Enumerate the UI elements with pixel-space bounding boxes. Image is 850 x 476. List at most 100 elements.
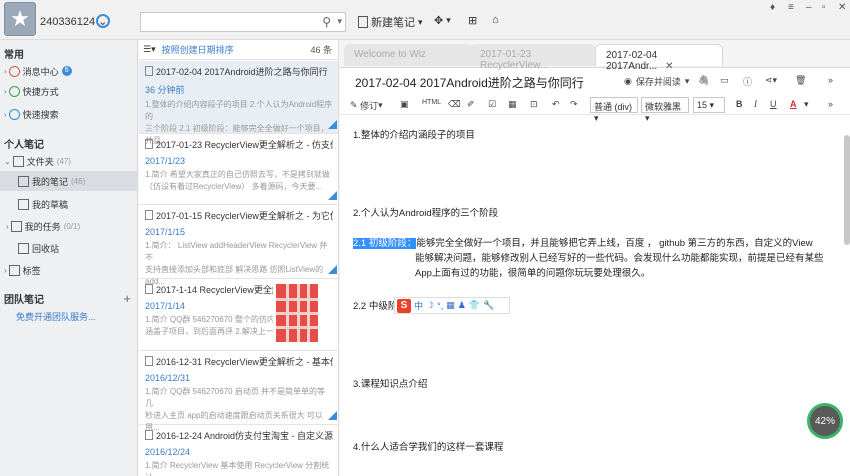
sidebar-item-message-center[interactable]: › 消息中心 6 bbox=[0, 61, 138, 81]
sidebar-item-my-tasks[interactable]: › 我的任务 (0/1) bbox=[0, 216, 138, 236]
sidebar-item-quick-search[interactable]: › 快速搜索 bbox=[0, 104, 138, 124]
eye-icon: ◉ bbox=[624, 76, 632, 86]
progress-indicator[interactable]: 42% bbox=[807, 403, 843, 439]
list-item[interactable]: 2016-12-31 RecyclerView更全解析之 - 基本使用... 2… bbox=[139, 351, 338, 432]
list-item[interactable]: 2017-02-04 2017Android进阶之路与你同行 36 分钟前 1.… bbox=[139, 61, 338, 145]
menu-icon[interactable]: ≡ bbox=[788, 2, 794, 13]
save-and-read-button[interactable]: ◉ 保存并阅读 ▾ bbox=[624, 75, 689, 88]
skin-icon[interactable]: ♟ bbox=[458, 300, 466, 311]
grid-view-button[interactable]: ⊞ bbox=[468, 14, 477, 27]
sync-corner-icon bbox=[328, 265, 337, 274]
edit-image-icon[interactable]: ✐ bbox=[467, 99, 475, 110]
move-button[interactable]: ✥ ▾ bbox=[434, 14, 451, 27]
chevron-down-icon[interactable]: ▾ bbox=[804, 99, 809, 110]
code-icon[interactable]: ⊡ bbox=[530, 99, 538, 110]
note-title[interactable]: 2017-02-04 2017Android进阶之路与你同行 bbox=[355, 74, 584, 91]
close-button[interactable]: ✕ bbox=[838, 2, 846, 13]
sidebar-item-tags[interactable]: › 标签 bbox=[0, 260, 138, 280]
sync-corner-icon bbox=[328, 411, 337, 420]
delete-icon[interactable]: 🗑 bbox=[795, 75, 806, 86]
restore-button[interactable]: ▫ bbox=[822, 2, 826, 13]
tab-recyclerview[interactable]: 2017-01-23 RecyclerView... bbox=[470, 44, 596, 71]
punctuation-icon[interactable]: °, bbox=[437, 301, 443, 311]
sidebar-item-my-drafts[interactable]: 我的草稿 bbox=[0, 194, 138, 214]
revise-icon: ✎ bbox=[350, 100, 358, 110]
table-icon[interactable]: ▦ bbox=[508, 99, 517, 110]
more-icon[interactable]: » bbox=[828, 75, 833, 85]
shirt-icon[interactable]: 👕 bbox=[469, 300, 480, 311]
more-format-icon[interactable]: » bbox=[828, 99, 833, 109]
note-list: ☰▾ 按照创建日期排序 46 条 2017-02-04 2017Android进… bbox=[139, 40, 339, 476]
pin-icon[interactable]: ♦ bbox=[770, 2, 775, 13]
list-item[interactable]: 2016-12-24 Android仿支付宝淘宝 - 自定义源码... 2016… bbox=[139, 425, 338, 476]
bold-button[interactable]: B bbox=[736, 99, 743, 109]
sort-dropdown[interactable]: 按照创建日期排序 bbox=[162, 43, 234, 56]
unread-badge: 6 bbox=[61, 66, 72, 76]
document-icon bbox=[145, 66, 153, 76]
paragraph: 2.1 初级阶段：能够完全全做好一个项目，并且能够把它弄上线，百度 ， gith… bbox=[353, 238, 813, 249]
section-common: 常用 bbox=[4, 50, 24, 61]
italic-button[interactable]: I bbox=[754, 99, 757, 109]
document-icon bbox=[145, 356, 153, 366]
moon-icon[interactable]: ☽ bbox=[426, 300, 434, 311]
redo-icon[interactable]: ↷ bbox=[570, 99, 578, 110]
add-team-button[interactable]: + bbox=[123, 291, 131, 306]
paragraph: 能够解决问题，能够修改别人已经写好的一些代码。会发现什么功能都能实现，前提是已经… bbox=[415, 253, 824, 264]
view-menu-icon[interactable]: ☰▾ bbox=[143, 44, 156, 55]
font-color-button[interactable]: A bbox=[790, 99, 797, 109]
chevron-down-icon[interactable]: ▾ bbox=[418, 17, 423, 28]
shortcut-icon bbox=[8, 85, 20, 97]
document-icon bbox=[145, 430, 153, 440]
team-service-link[interactable]: 免费开通团队服务... bbox=[16, 310, 96, 323]
comment-icon[interactable]: ▭ bbox=[720, 75, 729, 86]
list-item[interactable]: 2017-01-15 RecyclerView更全解析之 - 为它优雅... 2… bbox=[139, 205, 338, 286]
search-icon[interactable]: ⚲ bbox=[322, 15, 331, 29]
save-icon[interactable]: ▣ bbox=[400, 99, 409, 110]
tool-icon[interactable]: 🔧 bbox=[483, 300, 494, 311]
attachment-icon[interactable]: 🖇 bbox=[698, 75, 709, 86]
editor-scrollbar[interactable] bbox=[844, 135, 850, 245]
info-icon[interactable]: ⓘ bbox=[743, 75, 752, 88]
paragraph: App上面有过的功能，很简单的问题你玩玩要处理很久。 bbox=[415, 268, 651, 279]
list-item[interactable]: 2017-01-23 RecyclerView更全解析之 - 仿支付宝... 2… bbox=[139, 134, 338, 205]
document-icon bbox=[145, 139, 153, 149]
tab-bar: Welcome to Wiz 2017-01-23 RecyclerView..… bbox=[340, 40, 850, 72]
paragraph-style-select[interactable]: 普通 (div) ▾ bbox=[590, 97, 638, 123]
sogou-logo-icon[interactable]: S bbox=[397, 298, 411, 313]
checkbox-icon[interactable]: ☑ bbox=[488, 99, 496, 110]
minimize-button[interactable]: – bbox=[806, 2, 812, 13]
revise-button[interactable]: ✎ 修订 ▾ bbox=[350, 99, 383, 112]
sidebar-item-folders[interactable]: ⌄ 文件夹 (47) bbox=[0, 151, 138, 171]
search-input[interactable]: ⚲ ▾ bbox=[140, 12, 346, 32]
new-note-button[interactable]: 新建笔记 ▾ bbox=[358, 14, 423, 30]
sync-icon[interactable] bbox=[96, 14, 110, 28]
move-arrows-icon: ✥ bbox=[434, 15, 444, 27]
font-family-select[interactable]: 微软雅黑 ▾ bbox=[641, 97, 689, 123]
sidebar-item-recycle-bin[interactable]: 回收站 bbox=[0, 238, 138, 258]
close-tab-icon[interactable]: ✕ bbox=[665, 61, 673, 72]
task-icon bbox=[10, 220, 22, 232]
font-size-select[interactable]: 15 ▾ bbox=[693, 97, 725, 113]
sidebar-item-my-notes[interactable]: 我的笔记 (46) bbox=[0, 171, 138, 191]
quick-search-icon bbox=[8, 108, 20, 120]
tab-current-note[interactable]: 2017-02-04 2017Andr... ✕ bbox=[595, 44, 723, 72]
app-logo-star-icon[interactable]: ★ bbox=[4, 2, 36, 36]
home-button[interactable]: ⌂ bbox=[492, 14, 499, 26]
editor-pane: Welcome to Wiz 2017-01-23 RecyclerView..… bbox=[340, 40, 850, 476]
chevron-down-icon[interactable]: ▾ bbox=[337, 16, 342, 27]
eraser-icon[interactable]: ⌫ bbox=[448, 99, 461, 110]
share-icon[interactable]: ⋖▾ bbox=[765, 75, 777, 86]
html-icon[interactable]: HTML bbox=[422, 99, 441, 106]
language-toggle[interactable]: 中 bbox=[414, 299, 423, 312]
new-note-icon bbox=[358, 16, 368, 28]
tab-welcome[interactable]: Welcome to Wiz bbox=[344, 44, 472, 66]
underline-button[interactable]: U bbox=[770, 99, 777, 109]
trash-icon bbox=[18, 242, 29, 254]
sync-corner-icon bbox=[328, 120, 337, 129]
undo-icon[interactable]: ↶ bbox=[552, 99, 560, 110]
keyboard-icon[interactable]: ▦ bbox=[446, 300, 455, 311]
folder-icon bbox=[18, 198, 29, 210]
section-personal: 个人笔记 bbox=[4, 140, 44, 151]
format-toolbar: ✎ 修订 ▾ ▣ HTML ⌫ ✐ ☑ ▦ ⊡ ↶ ↷ 普通 (div) ▾ 微软… bbox=[340, 95, 850, 123]
sidebar-item-shortcuts[interactable]: › 快捷方式 bbox=[0, 81, 138, 101]
